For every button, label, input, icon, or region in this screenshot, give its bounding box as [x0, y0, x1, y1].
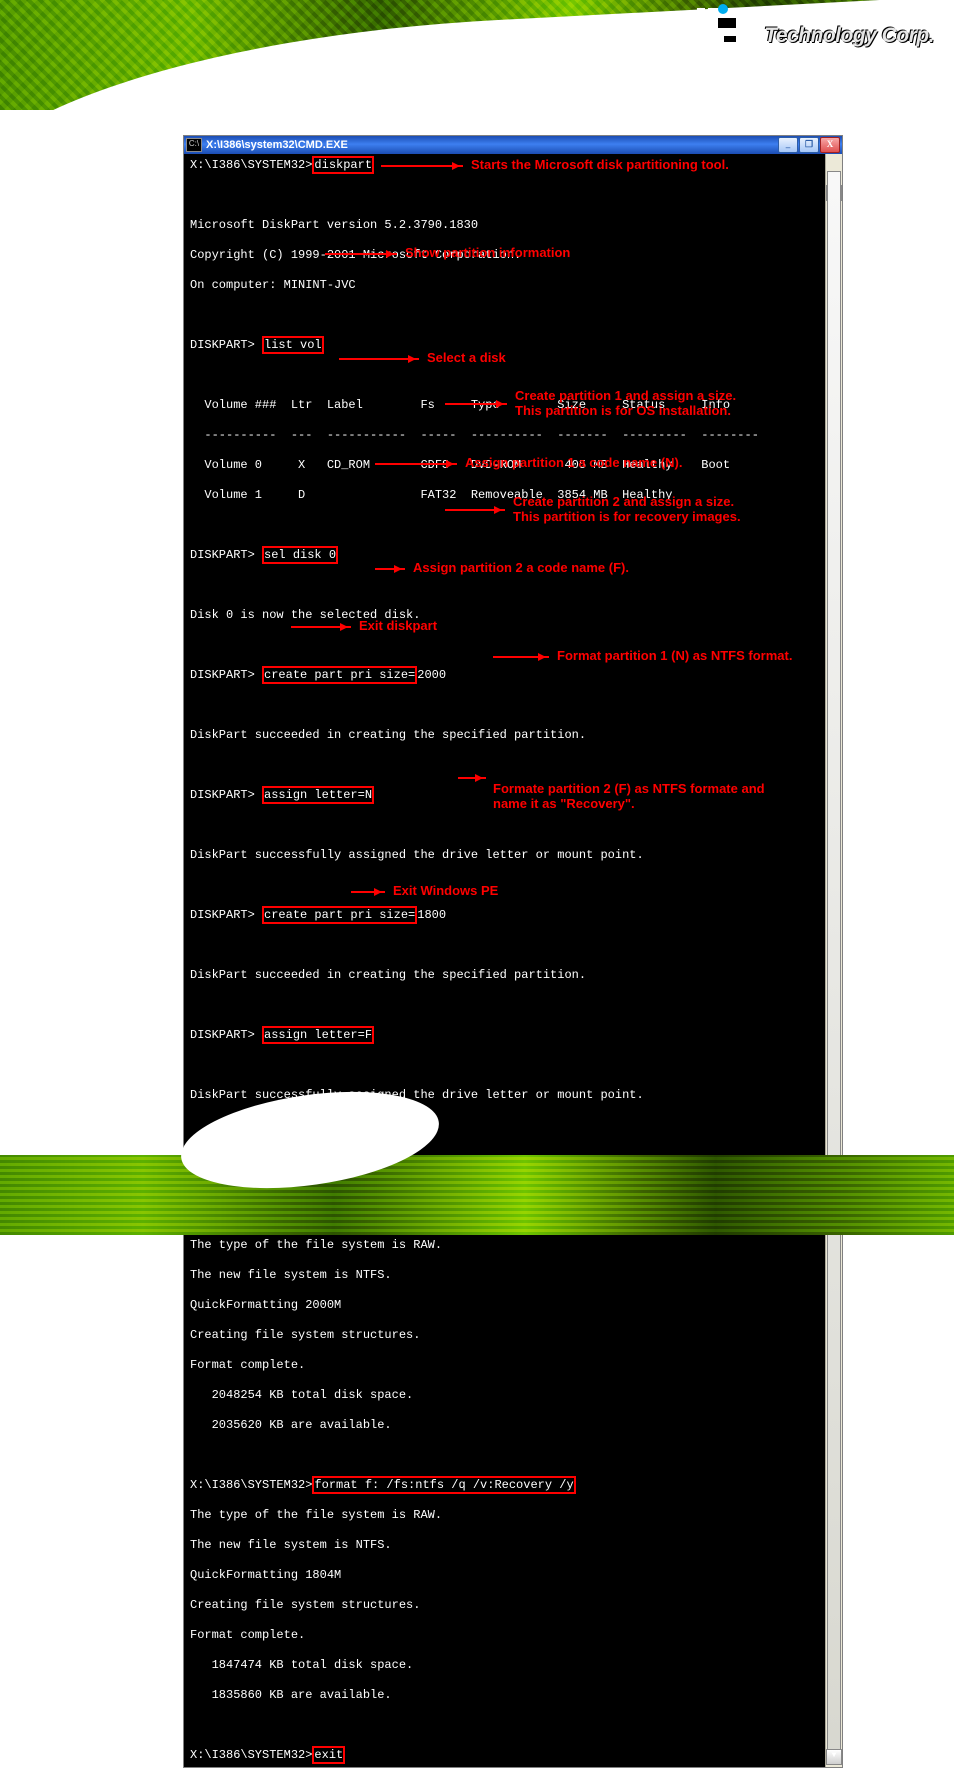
scroll-down-icon[interactable]: ▼ — [826, 1749, 842, 1765]
registered-mark: ® — [750, 32, 760, 48]
prompt-dp: DISKPART> — [190, 338, 262, 352]
cmd-format-f: format f: /fs:ntfs /q /v:Recovery /y — [312, 1476, 575, 1494]
brand-text: Technology Corp. — [764, 24, 934, 48]
out-version: Microsoft DiskPart version 5.2.3790.1830 — [190, 218, 820, 233]
out-computer: On computer: MININT-JVC — [190, 278, 820, 293]
terminal-output[interactable]: X:\I386\SYSTEM32>diskpart Microsoft Disk… — [184, 154, 842, 1767]
out-fmt-avail1: 2035620 KB are available. — [190, 1418, 820, 1433]
out-fmt-done1: Format complete. — [190, 1358, 820, 1373]
out-fmt-total1: 2048254 KB total disk space. — [190, 1388, 820, 1403]
cmd-diskpart: diskpart — [312, 156, 374, 174]
out-disksel: Disk 0 is now the selected disk. — [190, 608, 820, 623]
close-button[interactable]: X — [820, 137, 840, 153]
out-fmt-new1: The new file system is NTFS. — [190, 1268, 820, 1283]
out-createdok1: DiskPart succeeded in creating the speci… — [190, 728, 820, 743]
iei-logo-icon — [697, 8, 750, 48]
vol-0: Volume 0 X CD_ROM CDFS DVD-ROM 405 MB He… — [190, 458, 820, 473]
out-assignok1: DiskPart successfully assigned the drive… — [190, 848, 820, 863]
scroll-thumb[interactable] — [827, 171, 841, 1752]
out-fmt-q2: QuickFormatting 1804M — [190, 1568, 820, 1583]
out-fmt-new2: The new file system is NTFS. — [190, 1538, 820, 1553]
page-footer-decor — [0, 1155, 954, 1235]
cmd-seldisk: sel disk 0 — [262, 546, 338, 564]
cmd-icon: C:\ — [186, 138, 202, 152]
out-fmt-raw1: The type of the file system is RAW. — [190, 1238, 820, 1253]
cmd-assignN: assign letter=N — [262, 786, 374, 804]
minimize-button[interactable]: _ — [778, 137, 798, 153]
out-createdok2: DiskPart succeeded in creating the speci… — [190, 968, 820, 983]
vol-header: Volume ### Ltr Label Fs Type Size Status… — [190, 398, 820, 413]
out-fmt-struct2: Creating file system structures. — [190, 1598, 820, 1613]
titlebar[interactable]: C:\ X:\I386\system32\CMD.EXE _ ❐ X — [184, 136, 842, 154]
cmd-window: C:\ X:\I386\system32\CMD.EXE _ ❐ X X:\I3… — [183, 135, 843, 1768]
out-fmt-avail2: 1835860 KB are available. — [190, 1688, 820, 1703]
window-title: X:\I386\system32\CMD.EXE — [206, 139, 778, 151]
vol-sep: ---------- --- ----------- ----- -------… — [190, 428, 820, 443]
vol-1: Volume 1 D FAT32 Removeable 3854 MB Heal… — [190, 488, 820, 503]
cmd-create2: create part pri size= — [262, 906, 417, 924]
prompt: X:\I386\SYSTEM32> — [190, 158, 312, 172]
cmd-assignF: assign letter=F — [262, 1026, 374, 1044]
cmd-exit-pe: exit — [312, 1746, 345, 1764]
brand-logo: ® Technology Corp. — [697, 8, 934, 48]
out-copyright: Copyright (C) 1999-2001 Microsoft Corpor… — [190, 248, 820, 263]
cmd-listvol: list vol — [262, 336, 324, 354]
out-fmt-raw2: The type of the file system is RAW. — [190, 1508, 820, 1523]
maximize-button[interactable]: ❐ — [799, 137, 819, 153]
scrollbar[interactable]: ▲ ▼ — [825, 154, 842, 1767]
out-fmt-total2: 1847474 KB total disk space. — [190, 1658, 820, 1673]
cmd-create1: create part pri size= — [262, 666, 417, 684]
out-fmt-done2: Format complete. — [190, 1628, 820, 1643]
out-fmt-struct1: Creating file system structures. — [190, 1328, 820, 1343]
out-fmt-q1: QuickFormatting 2000M — [190, 1298, 820, 1313]
